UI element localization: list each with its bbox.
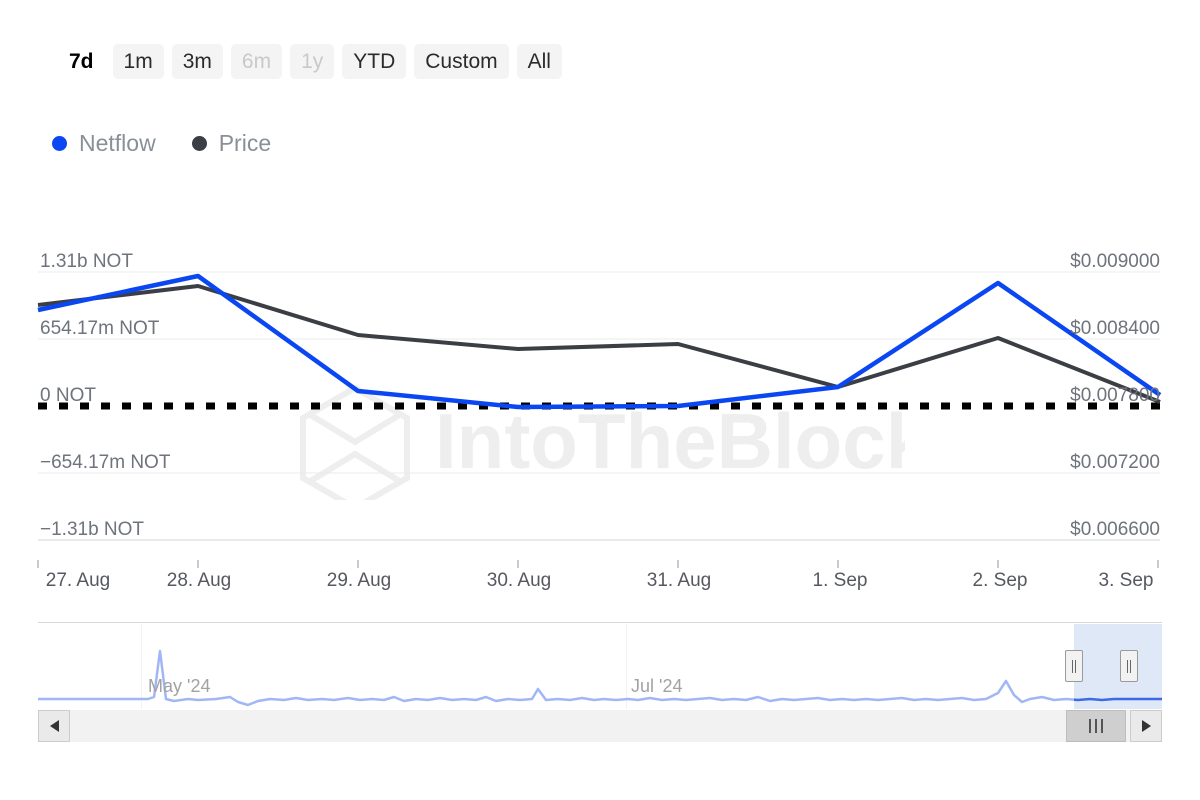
range-button-3m[interactable]: 3m — [172, 44, 223, 79]
range-button-all[interactable]: All — [517, 44, 562, 79]
chart-legend: Netflow Price — [52, 132, 271, 155]
left-axis-tick-4: −1.31b NOT — [40, 520, 144, 539]
range-button-ytd[interactable]: YTD — [342, 44, 406, 79]
range-button-custom[interactable]: Custom — [414, 44, 508, 79]
right-axis-tick-2: $0.007800 — [1070, 386, 1160, 405]
left-axis-tick-2: 0 NOT — [40, 386, 96, 405]
range-button-1m[interactable]: 1m — [113, 44, 164, 79]
right-axis-tick-1: $0.008400 — [1070, 319, 1160, 338]
scrollbar-thumb[interactable] — [1066, 710, 1126, 742]
legend-label-netflow: Netflow — [79, 132, 156, 155]
right-axis-tick-3: $0.007200 — [1070, 453, 1160, 472]
x-axis-tick-label: 27. Aug — [46, 570, 110, 592]
right-axis-tick-4: $0.006600 — [1070, 520, 1160, 539]
chart-navigator[interactable]: May '24 Jul '24 — [38, 622, 1162, 708]
legend-item-price[interactable]: Price — [192, 132, 271, 155]
legend-item-netflow[interactable]: Netflow — [52, 132, 156, 155]
chart-plot-area[interactable]: IntoTheBlock 1.31b NOT 654.17m NOT 0 NOT… — [0, 230, 1200, 560]
navigator-plot[interactable]: May '24 Jul '24 — [38, 622, 1162, 709]
x-axis-ticks — [0, 560, 1200, 570]
navigator-month-label: May '24 — [148, 676, 210, 697]
navigator-month-label: Jul '24 — [631, 676, 682, 697]
circle-icon — [52, 136, 67, 151]
left-axis-tick-3: −654.17m NOT — [40, 453, 170, 472]
x-axis-tick-label: 1. Sep — [813, 570, 868, 592]
scroll-left-button[interactable] — [38, 710, 70, 742]
x-axis-tick-label: 30. Aug — [487, 570, 551, 592]
range-button-1y: 1y — [290, 44, 334, 79]
navigator-scrollbar[interactable] — [38, 710, 1162, 742]
chevron-left-icon — [50, 720, 59, 732]
x-axis-tick-label: 29. Aug — [327, 570, 391, 592]
scroll-right-button[interactable] — [1130, 710, 1162, 742]
x-axis-tick-label: 3. Sep — [1099, 570, 1154, 592]
navigator-selected-range[interactable] — [1074, 624, 1162, 709]
left-axis-tick-0: 1.31b NOT — [40, 252, 133, 271]
chart-lines — [0, 230, 1200, 560]
chevron-right-icon — [1142, 720, 1151, 732]
x-axis: 27. Aug 28. Aug 29. Aug 30. Aug 31. Aug … — [0, 560, 1200, 600]
x-axis-tick-label: 2. Sep — [973, 570, 1028, 592]
legend-label-price: Price — [219, 132, 271, 155]
circle-icon — [192, 136, 207, 151]
range-button-6m: 6m — [231, 44, 282, 79]
left-axis-tick-1: 654.17m NOT — [40, 319, 159, 338]
range-button-7d[interactable]: 7d — [58, 44, 105, 79]
right-axis-tick-0: $0.009000 — [1070, 252, 1160, 271]
x-axis-tick-label: 31. Aug — [647, 570, 711, 592]
navigator-handle-right[interactable] — [1120, 650, 1138, 682]
scrollbar-track[interactable] — [70, 710, 1130, 742]
navigator-handle-left[interactable] — [1065, 650, 1083, 682]
range-selector: 7d 1m 3m 6m 1y YTD Custom All — [58, 44, 562, 79]
x-axis-tick-label: 28. Aug — [167, 570, 231, 592]
